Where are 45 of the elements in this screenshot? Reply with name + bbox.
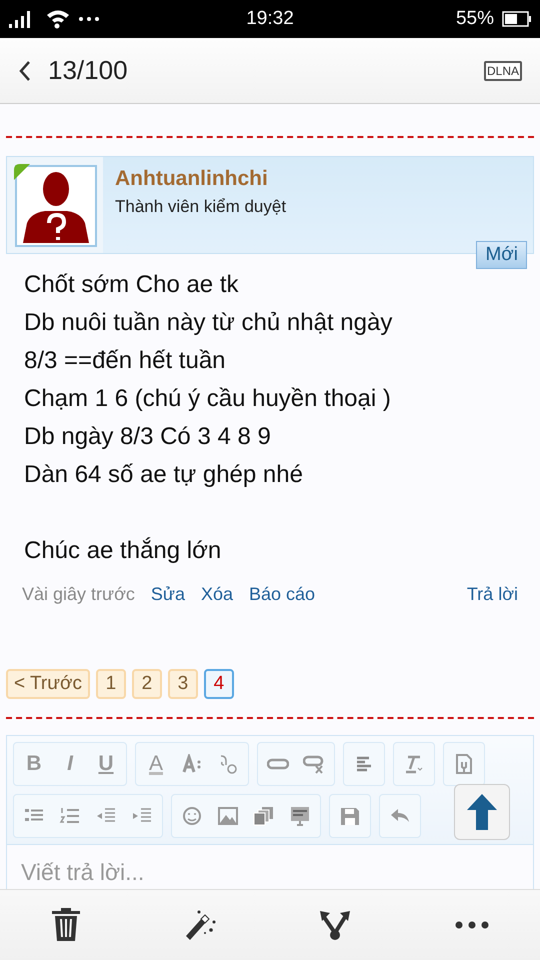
- post-text: Db nuôi tuần này từ chủ nhật ngày: [24, 308, 394, 338]
- plugin-icon[interactable]: [453, 754, 475, 774]
- post-text: Chúc ae thắng lớn: [24, 536, 222, 566]
- back-icon[interactable]: [18, 60, 32, 82]
- page-button[interactable]: 3: [168, 669, 198, 699]
- image-icon[interactable]: [217, 806, 239, 826]
- up-arrow-icon: [466, 793, 498, 831]
- post-text: Chốt sớm Cho ae tk: [24, 270, 240, 300]
- share-arrows-icon[interactable]: [318, 909, 352, 941]
- post-text: Dàn 64 số ae tự ghép nhé: [24, 460, 304, 490]
- unlink-icon[interactable]: [303, 754, 325, 774]
- page-button[interactable]: < Trước: [6, 669, 90, 699]
- author-role: Thành viên kiểm duyệt: [115, 197, 286, 217]
- template-icon[interactable]: [289, 806, 311, 826]
- post-text: Chạm 1 6 (chú ý cầu huyền thoại ): [24, 384, 392, 414]
- page-button[interactable]: 1: [96, 669, 126, 699]
- post-action-link[interactable]: Xóa: [200, 584, 233, 605]
- reply-link[interactable]: Trả lời: [466, 584, 518, 605]
- magic-wand-icon[interactable]: [184, 909, 216, 941]
- battery-percent: 55%: [456, 8, 494, 30]
- trash-icon[interactable]: [51, 908, 82, 942]
- post-text: 8/3 ==đến hết tuần: [24, 346, 227, 376]
- clear-format-icon[interactable]: [403, 754, 425, 774]
- post-action-link[interactable]: Sửa: [150, 584, 185, 605]
- wifi-icon: [46, 9, 70, 29]
- copy-icon[interactable]: [253, 806, 275, 826]
- font-size-icon[interactable]: [181, 754, 203, 774]
- more-icon: [78, 16, 100, 22]
- reply-field[interactable]: Viết trả lời...: [7, 845, 533, 889]
- post-action-link[interactable]: Báo cáo: [249, 584, 316, 605]
- dlna-button[interactable]: DLNA: [484, 60, 522, 80]
- numbered-list-icon[interactable]: [59, 806, 81, 826]
- page-counter: 13/100: [48, 55, 129, 86]
- post-text: Db ngày 8/3 Có 3 4 8 9: [24, 422, 272, 452]
- post-time: Vài giây trước: [22, 584, 135, 605]
- save-icon[interactable]: [339, 806, 361, 826]
- smiley-icon[interactable]: [181, 806, 203, 826]
- more-icon[interactable]: [454, 921, 489, 929]
- page-button[interactable]: 4: [204, 669, 234, 699]
- page-button[interactable]: 2: [132, 669, 162, 699]
- battery-icon: [502, 11, 532, 27]
- author-name[interactable]: Anhtuanlinhchi: [115, 167, 286, 191]
- clock-time: 19:32: [246, 8, 294, 30]
- scroll-top-button[interactable]: [454, 784, 510, 840]
- new-badge: Mới: [476, 241, 527, 269]
